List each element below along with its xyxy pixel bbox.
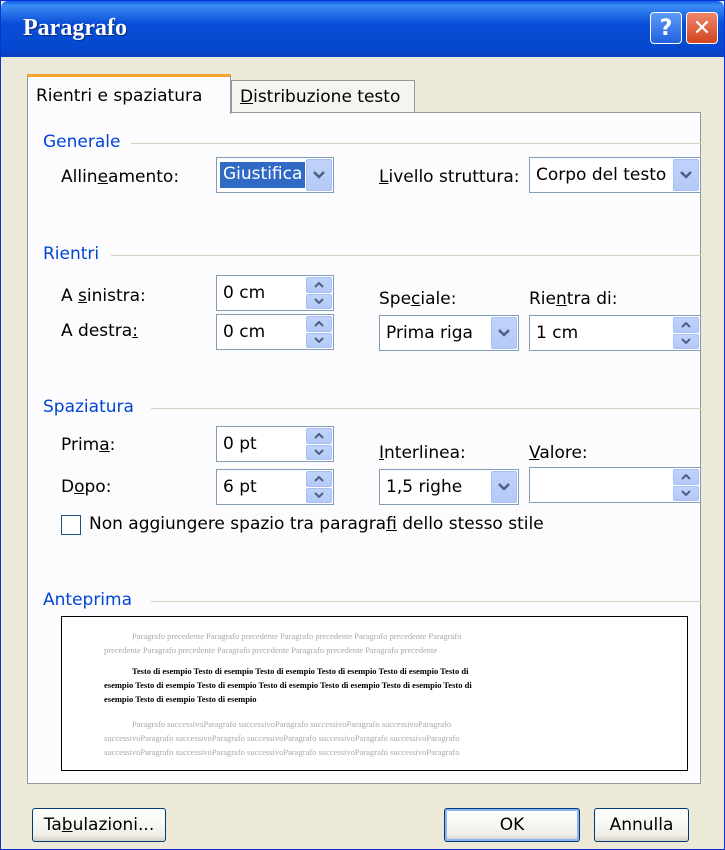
dont-add-space-checkbox[interactable] xyxy=(61,515,81,535)
general-heading: Generale xyxy=(43,132,121,152)
tab-indents-spacing[interactable]: Rientri e spaziatura xyxy=(27,74,231,114)
help-button[interactable]: ? xyxy=(650,12,682,44)
spacing-before-label: Prima: xyxy=(61,435,116,455)
indent-left-spinner[interactable]: 0 cm xyxy=(216,275,334,311)
spin-up-icon[interactable] xyxy=(673,317,699,333)
cancel-button[interactable]: Annulla xyxy=(594,808,689,842)
spin-down-icon[interactable] xyxy=(306,293,332,309)
spin-up-icon[interactable] xyxy=(306,428,332,444)
chevron-down-icon[interactable] xyxy=(491,317,517,349)
tab-indents-spacing-label: Rientri e spaziatura xyxy=(36,85,203,106)
special-label: Speciale: xyxy=(379,289,457,309)
spacing-before-value: 0 pt xyxy=(223,434,257,454)
preview-line: precedente Paragrafo precedente Paragraf… xyxy=(104,645,438,655)
indent-right-spinner[interactable]: 0 cm xyxy=(216,314,334,350)
preview-line: esempio Testo di esempio Testo di esempi… xyxy=(104,680,472,690)
line-spacing-at-spinner[interactable] xyxy=(529,467,701,503)
preview-line: successivoParagrafo successivoParagrafo … xyxy=(104,747,460,757)
tabs-button-label: Tabulazioni... xyxy=(43,815,155,835)
preview-heading: Anteprima xyxy=(43,590,133,610)
tabs-button[interactable]: Tabulazioni... xyxy=(32,808,166,842)
help-icon: ? xyxy=(659,15,673,41)
spacing-after-value: 6 pt xyxy=(223,477,257,497)
ok-button[interactable]: OK xyxy=(444,808,580,842)
preview-sample-paragraph: Testo di esempio Testo di esempio Testo … xyxy=(104,664,624,706)
special-value: Prima riga xyxy=(386,323,473,343)
spin-up-icon[interactable] xyxy=(673,469,699,485)
spin-down-icon[interactable] xyxy=(306,487,332,503)
paragraph-dialog: Paragrafo ? ✕ Rientri e spaziatura Distr… xyxy=(0,0,725,850)
preview-box: Paragrafo precedente Paragrafo precedent… xyxy=(61,616,688,771)
spin-down-icon[interactable] xyxy=(306,444,332,460)
tab-line-page-breaks-label: Distribuzione testo xyxy=(240,86,401,107)
indent-right-value: 0 cm xyxy=(223,322,266,342)
outline-level-value: Corpo del testo xyxy=(536,165,667,185)
line-spacing-select[interactable]: 1,5 righe xyxy=(379,469,519,505)
spacing-after-spinner[interactable]: 6 pt xyxy=(216,469,334,505)
outline-level-label: Livello struttura: xyxy=(379,167,520,187)
ok-button-label: OK xyxy=(499,815,525,835)
preview-line: Paragrafo successivoParagrafo successivo… xyxy=(132,719,452,729)
indentation-divider xyxy=(111,255,701,256)
spin-down-icon[interactable] xyxy=(306,332,332,348)
preview-line: esempio Testo di esempio Testo di esempi… xyxy=(104,694,257,704)
spin-up-icon[interactable] xyxy=(306,471,332,487)
preview-line: successivoParagrafo successivoParagrafo … xyxy=(104,733,460,743)
chevron-down-icon[interactable] xyxy=(673,159,699,191)
dont-add-space-label[interactable]: Non aggiungere spazio tra paragrafi dell… xyxy=(89,514,544,534)
line-spacing-label: Interlinea: xyxy=(379,443,466,463)
close-button[interactable]: ✕ xyxy=(686,12,718,44)
chevron-down-icon[interactable] xyxy=(306,159,332,191)
cancel-button-label: Annulla xyxy=(609,815,674,835)
tab-line-page-breaks[interactable]: Distribuzione testo xyxy=(231,80,415,112)
line-spacing-value: 1,5 righe xyxy=(386,477,463,497)
line-spacing-at-label: Valore: xyxy=(529,443,588,463)
indent-by-value: 1 cm xyxy=(536,323,579,343)
indentation-heading: Rientri xyxy=(43,244,100,264)
spacing-before-spinner[interactable]: 0 pt xyxy=(216,426,334,462)
special-select[interactable]: Prima riga xyxy=(379,315,519,351)
alignment-select[interactable]: Giustifica xyxy=(216,157,334,193)
spin-up-icon[interactable] xyxy=(306,316,332,332)
title-bar[interactable]: Paragrafo ? ✕ xyxy=(1,1,724,57)
general-divider xyxy=(131,143,701,144)
indent-right-label: A destra: xyxy=(61,321,138,341)
preview-previous-paragraph: Paragrafo precedente Paragrafo precedent… xyxy=(104,629,624,657)
preview-divider xyxy=(151,601,701,602)
preview-next-paragraph: Paragrafo successivoParagrafo successivo… xyxy=(104,717,624,759)
dialog-title: Paragrafo xyxy=(23,15,127,41)
spin-down-icon[interactable] xyxy=(673,485,699,501)
indent-by-spinner[interactable]: 1 cm xyxy=(529,315,701,351)
alignment-label: Allineamento: xyxy=(61,167,180,187)
spacing-after-label: Dopo: xyxy=(61,477,112,497)
chevron-down-icon[interactable] xyxy=(491,471,517,503)
preview-line: Testo di esempio Testo di esempio Testo … xyxy=(132,666,469,676)
alignment-value: Giustifica xyxy=(220,162,306,188)
spacing-heading: Spaziatura xyxy=(43,397,134,417)
spacing-divider xyxy=(151,408,701,409)
spin-up-icon[interactable] xyxy=(306,277,332,293)
indent-by-label: Rientra di: xyxy=(529,289,618,309)
outline-level-select[interactable]: Corpo del testo xyxy=(529,157,701,193)
spin-down-icon[interactable] xyxy=(673,333,699,349)
indent-left-value: 0 cm xyxy=(223,283,266,303)
close-icon: ✕ xyxy=(692,15,712,41)
preview-line: Paragrafo precedente Paragrafo precedent… xyxy=(132,631,462,641)
indent-left-label: A sinistra: xyxy=(61,286,146,306)
